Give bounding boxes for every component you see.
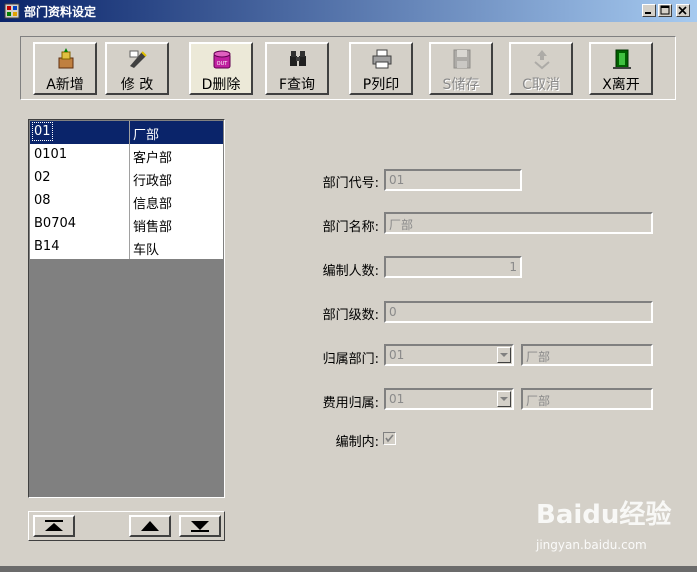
delete-button[interactable]: OUT D删除	[189, 42, 253, 95]
dept-name-field[interactable]: 厂部	[384, 212, 653, 234]
dept-code-cell: 01	[32, 122, 53, 141]
app-window: 部门资料设定 A新增 修 改 OUT D删除 F查询 P列印 S储存 C取消 X…	[0, 0, 697, 572]
delete-icon: OUT	[213, 50, 231, 69]
dept-code-cell: 08	[34, 193, 51, 208]
chevron-down-icon	[500, 353, 508, 357]
save-icon	[453, 49, 471, 69]
next-record-icon	[191, 521, 209, 532]
department-list[interactable]: 01 厂部 0101 客户部 02 行政部 08 信息部 B0704 销售部 B…	[28, 119, 225, 498]
dept-code-cell: B0704	[34, 216, 77, 231]
checkmark-icon	[385, 434, 394, 443]
parent-dept-label: 归属部门:	[322, 352, 379, 367]
add-button-label: A新增	[46, 77, 84, 93]
exit-button-label: X离开	[602, 77, 640, 93]
parent-dept-name-field[interactable]: 厂部	[521, 344, 653, 366]
next-record-button[interactable]	[179, 515, 221, 537]
cost-owner-name-field[interactable]: 厂部	[521, 388, 653, 410]
cost-owner-dropdown-button[interactable]	[497, 391, 511, 407]
maximize-icon	[660, 5, 670, 15]
close-button[interactable]	[676, 4, 690, 17]
binoculars-icon	[290, 51, 306, 66]
minimize-button[interactable]	[642, 4, 656, 17]
new-icon	[58, 48, 74, 69]
dept-level-label: 部门级数:	[322, 308, 379, 323]
list-item[interactable]: 0101 客户部	[30, 144, 223, 167]
cancel-icon	[534, 50, 550, 70]
list-item[interactable]: 02 行政部	[30, 167, 223, 190]
window-title: 部门资料设定	[24, 5, 97, 19]
dept-name-cell: 行政部	[133, 174, 173, 189]
list-item[interactable]: B0704 销售部	[30, 213, 223, 236]
parent-dept-code: 01	[389, 348, 405, 362]
save-button[interactable]: S储存	[429, 42, 493, 95]
in-quota-label: 编制内:	[335, 435, 379, 450]
cost-owner-label: 费用归属:	[322, 396, 379, 411]
print-button[interactable]: P列印	[349, 42, 413, 95]
toolbar: A新增 修 改 OUT D删除 F查询 P列印 S储存 C取消 X离开	[20, 36, 676, 100]
cancel-button-label: C取消	[522, 77, 560, 93]
minimize-icon	[645, 12, 651, 14]
exit-button[interactable]: X离开	[589, 42, 653, 95]
save-button-label: S储存	[442, 77, 480, 93]
headcount-label: 编制人数:	[322, 264, 379, 279]
column-divider	[129, 121, 130, 144]
close-icon	[678, 6, 687, 15]
dept-name-cell: 客户部	[133, 151, 173, 166]
column-divider	[129, 167, 130, 190]
svg-text:OUT: OUT	[217, 61, 229, 67]
query-button-label: F查询	[278, 77, 316, 93]
dept-code-cell: B14	[34, 239, 60, 254]
in-quota-checkbox[interactable]	[383, 432, 396, 445]
dept-code-cell: 0101	[34, 147, 68, 162]
edit-button-label: 修 改	[120, 77, 154, 93]
column-divider	[129, 213, 130, 236]
column-divider	[129, 236, 130, 259]
list-item[interactable]: B14 车队	[30, 236, 223, 259]
parent-dept-dropdown-button[interactable]	[497, 347, 511, 363]
exit-icon	[613, 49, 631, 69]
first-record-icon	[45, 520, 63, 531]
dept-code-field[interactable]: 01	[384, 169, 522, 191]
cancel-button[interactable]: C取消	[509, 42, 573, 95]
previous-record-button[interactable]	[129, 515, 171, 537]
dept-name-cell: 信息部	[133, 197, 173, 212]
column-divider	[129, 190, 130, 213]
dept-code-cell: 02	[34, 170, 51, 185]
bottom-edge	[0, 566, 697, 572]
dept-name-cell: 销售部	[133, 220, 173, 235]
watermark-url: jingyan.baidu.com	[536, 538, 647, 552]
previous-record-icon	[141, 521, 159, 531]
query-button[interactable]: F查询	[265, 42, 329, 95]
dept-code-label: 部门代号:	[322, 176, 379, 191]
watermark-logo-text: Baidu经验	[536, 500, 672, 530]
column-divider	[129, 144, 130, 167]
list-item[interactable]: 08 信息部	[30, 190, 223, 213]
print-button-label: P列印	[362, 77, 400, 93]
dept-name-cell: 车队	[133, 243, 160, 258]
edit-icon	[129, 50, 147, 68]
dept-name-label: 部门名称:	[322, 220, 379, 235]
app-icon	[4, 3, 20, 19]
edit-button[interactable]: 修 改	[105, 42, 169, 95]
chevron-down-icon	[500, 397, 508, 401]
cost-owner-select[interactable]: 01	[384, 388, 514, 410]
printer-icon	[372, 49, 392, 69]
title-bar[interactable]: 部门资料设定	[0, 0, 697, 22]
list-item[interactable]: 01 厂部	[30, 121, 223, 144]
add-button[interactable]: A新增	[33, 42, 97, 95]
dept-name-cell: 厂部	[133, 128, 160, 143]
record-navigator	[28, 511, 225, 541]
parent-dept-select[interactable]: 01	[384, 344, 514, 366]
delete-button-label: D删除	[201, 77, 241, 93]
cost-owner-code: 01	[389, 392, 405, 406]
watermark: Baidu经验 jingyan.baidu.com	[536, 494, 686, 558]
dept-level-field[interactable]: 0	[384, 301, 653, 323]
maximize-button[interactable]	[658, 4, 672, 17]
first-record-button[interactable]	[33, 515, 75, 537]
headcount-field[interactable]: 1	[384, 256, 522, 278]
